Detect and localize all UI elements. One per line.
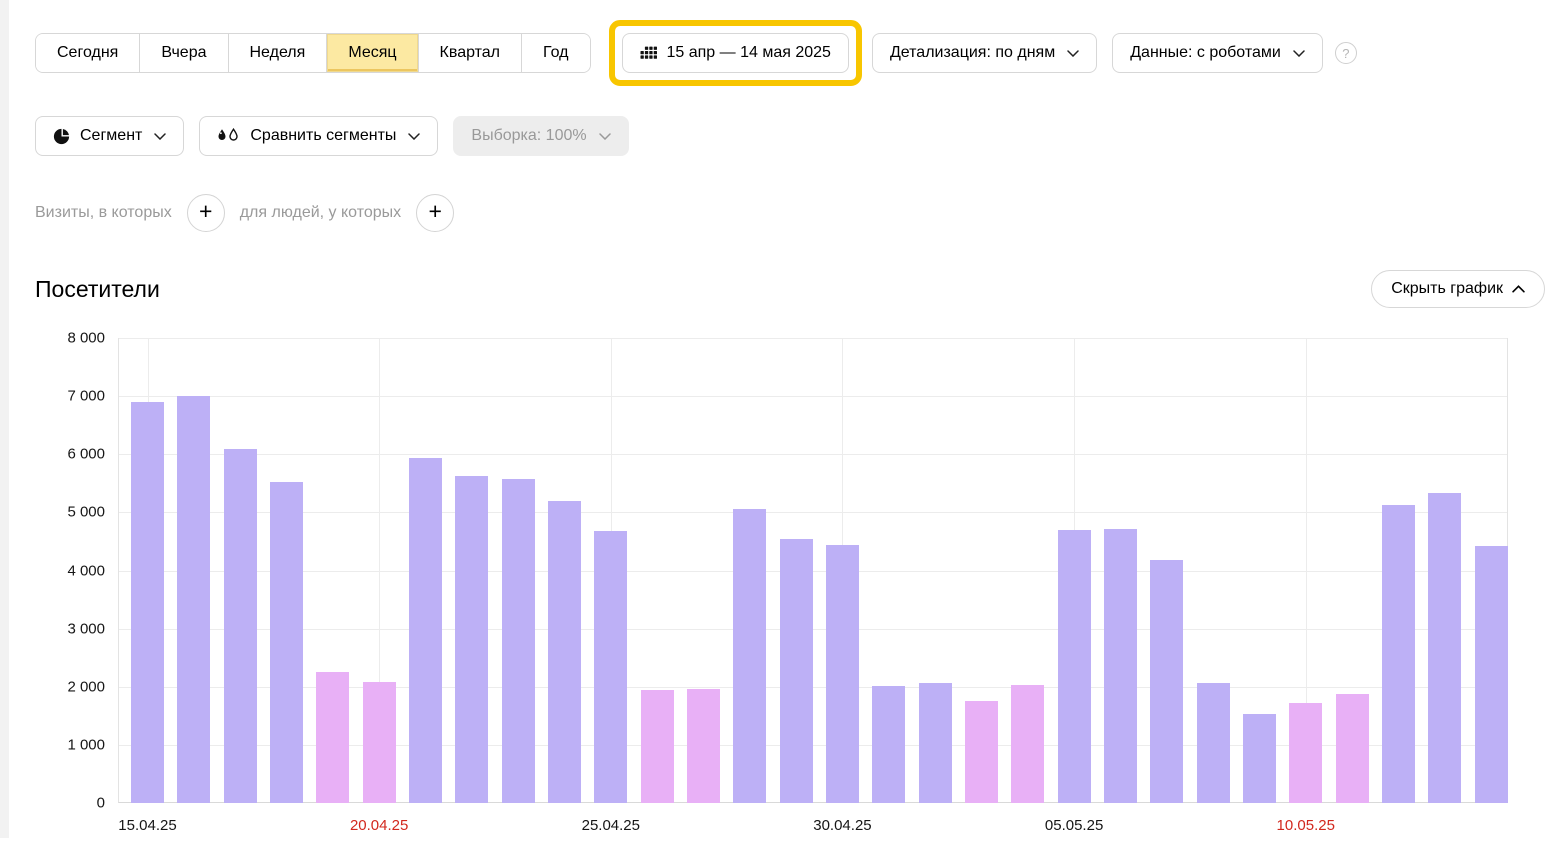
compare-segments-label: Сравнить сегменты (250, 127, 396, 145)
chevron-down-icon (154, 133, 166, 140)
chart-bar (270, 482, 303, 803)
chart-bar (1475, 546, 1508, 803)
y-gridline (119, 454, 1507, 455)
period-button-month[interactable]: Месяц (326, 34, 417, 72)
y-gridline (119, 338, 1507, 339)
period-switcher: Сегодня Вчера Неделя Месяц Квартал Год (35, 33, 591, 73)
y-gridline (119, 571, 1507, 572)
x-axis-label: 10.05.25 (1277, 817, 1335, 834)
y-axis-label: 0 (35, 795, 105, 812)
chart-bar (363, 682, 396, 803)
calendar-icon (640, 46, 657, 61)
period-button-year[interactable]: Год (521, 34, 589, 72)
chart-bar (177, 396, 210, 803)
chevron-up-icon (1512, 285, 1525, 293)
chart-bar (733, 509, 766, 803)
add-visit-filter-button[interactable]: + (187, 194, 225, 232)
compare-segments-dropdown[interactable]: Сравнить сегменты (199, 116, 438, 156)
y-axis-label: 1 000 (35, 736, 105, 753)
chart-bar (316, 672, 349, 803)
segment-dropdown[interactable]: Сегмент (35, 116, 184, 156)
chart-bar (872, 686, 905, 803)
hide-chart-button[interactable]: Скрыть график (1371, 270, 1545, 308)
visitors-bar-chart: 01 0002 0003 0004 0005 0006 0007 0008 00… (35, 338, 1545, 858)
sampling-label: Выборка: 100% (471, 127, 586, 145)
chart-bar (1150, 560, 1183, 803)
chart-bar (826, 545, 859, 803)
chevron-down-icon (599, 133, 611, 140)
y-gridline (119, 512, 1507, 513)
chevron-down-icon (1067, 50, 1079, 57)
chart-bar (919, 683, 952, 803)
chart-bar (780, 539, 813, 803)
chart-bar (1104, 529, 1137, 803)
help-icon[interactable]: ? (1335, 42, 1357, 64)
y-axis-label: 4 000 (35, 562, 105, 579)
period-button-yesterday[interactable]: Вчера (139, 34, 227, 72)
chart-bar (1336, 694, 1369, 803)
data-mode-label: Данные: с роботами (1130, 44, 1281, 62)
chart-bar (641, 690, 674, 803)
date-range-button[interactable]: 15 апр — 14 мая 2025 (622, 33, 849, 73)
chart-bar (548, 501, 581, 803)
chart-bar (1243, 714, 1276, 803)
x-axis-label: 30.04.25 (813, 817, 871, 834)
chart-bar (687, 689, 720, 803)
chart-bar (1428, 493, 1461, 803)
page-left-strip (0, 0, 9, 838)
compare-drops-icon (217, 128, 240, 145)
y-gridline (119, 629, 1507, 630)
chevron-down-icon (1293, 50, 1305, 57)
chart-bar (965, 701, 998, 803)
chart-bar (1382, 505, 1415, 803)
y-axis-label: 8 000 (35, 330, 105, 347)
chevron-down-icon (408, 133, 420, 140)
y-axis-label: 7 000 (35, 388, 105, 405)
period-button-today[interactable]: Сегодня (36, 34, 139, 72)
metrica-dashboard: Сегодня Вчера Неделя Месяц Квартал Год (35, 0, 1550, 858)
visits-filter-label: Визиты, в которых (35, 204, 172, 222)
people-filter-label: для людей, у которых (240, 204, 401, 222)
date-range-label: 15 апр — 14 мая 2025 (667, 44, 831, 62)
y-axis-label: 5 000 (35, 504, 105, 521)
y-axis-label: 3 000 (35, 620, 105, 637)
sampling-dropdown[interactable]: Выборка: 100% (453, 116, 628, 156)
data-mode-dropdown[interactable]: Данные: с роботами (1112, 33, 1323, 73)
x-axis-label: 05.05.25 (1045, 817, 1103, 834)
pie-chart-icon (53, 128, 70, 145)
chart-bar (1011, 685, 1044, 803)
chart-bar (1058, 530, 1091, 803)
detalization-label: Детализация: по дням (890, 44, 1055, 62)
toolbar-row-2: Сегмент Сравнить сегменты Выборка: 100% (35, 116, 1550, 156)
y-axis-label: 6 000 (35, 446, 105, 463)
segment-label: Сегмент (80, 127, 142, 145)
y-gridline (119, 396, 1507, 397)
y-axis-label: 2 000 (35, 678, 105, 695)
period-button-week[interactable]: Неделя (228, 34, 327, 72)
x-axis-label: 20.04.25 (350, 817, 408, 834)
date-range-highlight: 15 апр — 14 мая 2025 (609, 20, 862, 86)
x-axis-label: 25.04.25 (582, 817, 640, 834)
chart-bar (455, 476, 488, 803)
chart-bar (502, 479, 535, 803)
chart-bar (409, 458, 442, 803)
chart-bar (594, 531, 627, 803)
period-button-quarter[interactable]: Квартал (418, 34, 521, 72)
add-people-filter-button[interactable]: + (416, 194, 454, 232)
x-axis-label: 15.04.25 (118, 817, 176, 834)
chart-bar (1289, 703, 1322, 803)
toolbar-row-1: Сегодня Вчера Неделя Месяц Квартал Год (35, 20, 1550, 86)
chart-bar (131, 402, 164, 803)
detalization-dropdown[interactable]: Детализация: по дням (872, 33, 1097, 73)
filters-row: Визиты, в которых + для людей, у которых… (35, 194, 1550, 232)
chart-bar (224, 449, 257, 803)
section-header: Посетители Скрыть график (35, 270, 1545, 308)
hide-chart-label: Скрыть график (1391, 280, 1503, 298)
page-title: Посетители (35, 276, 160, 303)
chart-bar (1197, 683, 1230, 803)
